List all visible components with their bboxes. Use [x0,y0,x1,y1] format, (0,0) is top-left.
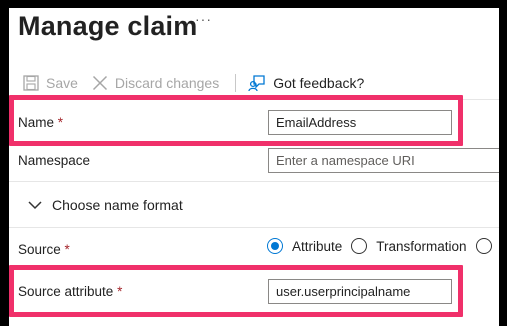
required-marker: * [64,242,70,257]
radio-transformation-label: Transformation [376,238,467,254]
source-attribute-row-highlight [9,265,463,317]
discard-changes-button[interactable]: Discard changes [92,75,219,91]
page-title: Manage claim [18,11,198,41]
more-options-button[interactable]: ··· [195,11,212,27]
save-label: Save [46,75,78,91]
namespace-label: Namespace [18,153,91,168]
radio-transformation[interactable]: Transformation [351,238,467,254]
radio-unselected-icon [475,238,492,254]
save-button[interactable]: Save [23,75,78,91]
close-icon [92,75,108,91]
radio-attribute-label: Attribute [292,238,343,254]
feedback-icon [248,74,266,92]
choose-name-format-label: Choose name format [52,197,183,213]
radio-unselected-icon [351,238,368,254]
name-row-highlight [9,95,463,146]
discard-label: Discard changes [114,75,220,91]
manage-claim-panel: Manage claim ··· Save Discard changes Go… [9,8,499,326]
choose-name-format-expander[interactable]: Choose name format [28,197,183,213]
feedback-button[interactable]: Got feedback? [248,74,364,92]
feedback-label: Got feedback? [273,75,365,91]
source-radio-group: Attribute Transformation [267,238,499,254]
namespace-divider [9,181,499,182]
radio-attribute[interactable]: Attribute [267,238,342,254]
save-icon [23,75,39,91]
radio-selected-icon [267,238,283,254]
name-format-divider [9,227,499,228]
namespace-input[interactable]: Enter a namespace URI [268,148,499,173]
source-label: Source * [18,242,70,257]
radio-option-clipped[interactable] [475,238,499,254]
chevron-down-icon [28,200,42,210]
toolbar-separator [235,74,237,92]
command-bar: Save Discard changes Got feedback? [23,72,364,94]
